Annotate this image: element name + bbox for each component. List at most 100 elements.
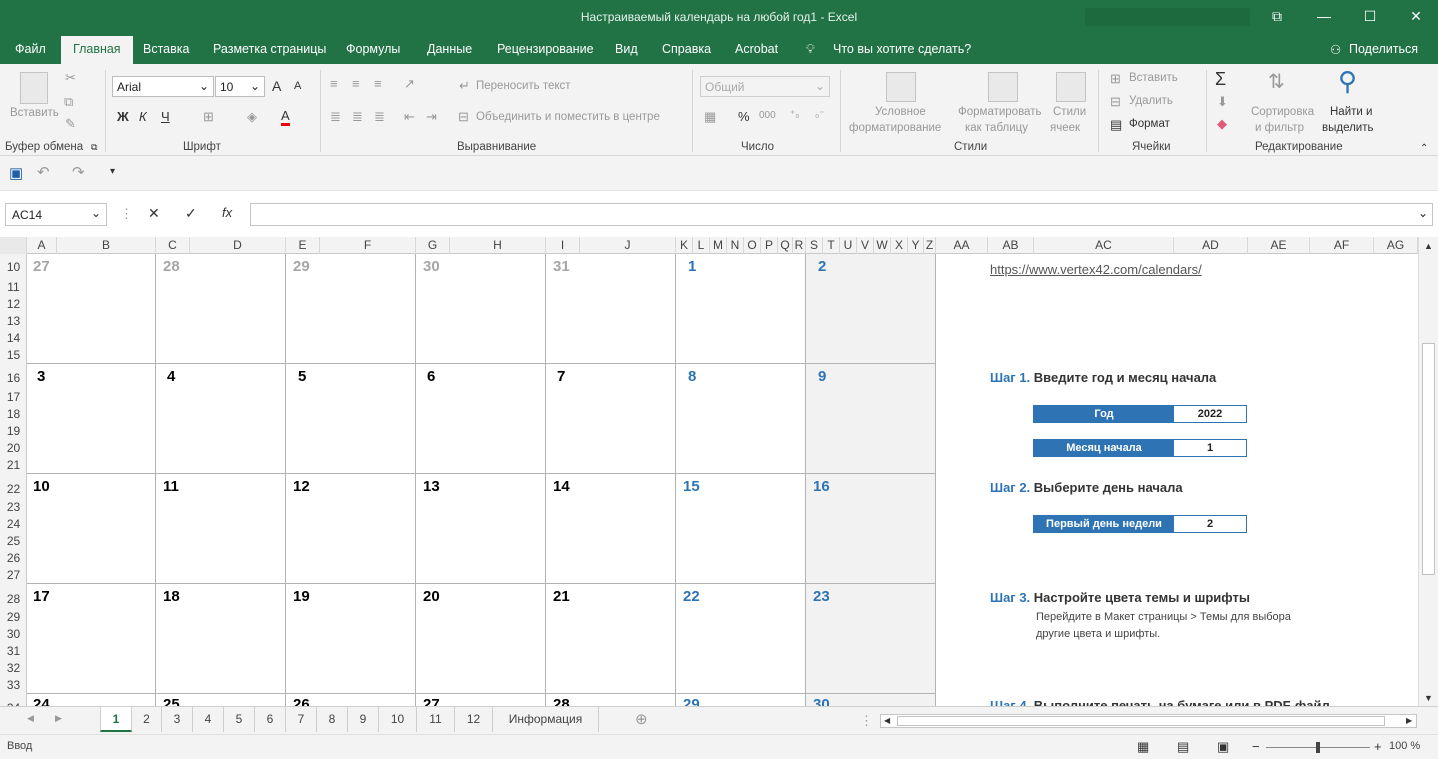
vertex42-link[interactable]: https://www.vertex42.com/calendars/ [990, 262, 1202, 277]
column-header[interactable]: AG [1374, 237, 1418, 254]
column-header[interactable]: N [727, 237, 744, 254]
sheet-tab[interactable]: Информация [493, 707, 599, 732]
column-header[interactable]: T [823, 237, 840, 254]
align-bottom-icon[interactable]: ≡ [374, 77, 382, 90]
sheet-tab[interactable]: 5 [224, 707, 255, 732]
decrease-indent-icon[interactable]: ⇤ [404, 110, 415, 123]
calendar-day[interactable]: 23 [813, 588, 830, 605]
redo-icon[interactable]: ↷ [72, 165, 85, 180]
orientation-icon[interactable]: ↗ [404, 77, 415, 90]
sort-filter-label-1[interactable]: Сортировка [1251, 106, 1314, 118]
undo-icon[interactable]: ↶ [37, 165, 50, 180]
format-as-table-label-1[interactable]: Форматировать [958, 106, 1041, 118]
column-header[interactable]: D [190, 237, 286, 254]
row-header[interactable]: 23 [0, 500, 26, 514]
customize-toolbar-icon[interactable]: ▾ [110, 167, 115, 177]
format-cells-button[interactable]: Формат [1129, 118, 1170, 130]
select-all-corner[interactable] [0, 237, 27, 254]
column-header[interactable]: AC [1034, 237, 1174, 254]
row-header[interactable]: 22 [0, 482, 26, 496]
calendar-day[interactable]: 6 [427, 368, 435, 385]
page-layout-icon[interactable]: ▤ [1177, 740, 1189, 753]
calendar-day[interactable]: 12 [293, 478, 310, 495]
calendar-day[interactable]: 8 [688, 368, 696, 385]
calendar-day[interactable]: 4 [167, 368, 175, 385]
scroll-down-icon[interactable]: ▼ [1424, 694, 1433, 703]
calendar-day[interactable]: 14 [553, 478, 570, 495]
sheet-tab[interactable]: 3 [162, 707, 193, 732]
save-icon[interactable]: ▣ [9, 166, 23, 181]
insert-cells-button[interactable]: Вставить [1129, 72, 1178, 84]
sheet-tab[interactable]: 9 [348, 707, 379, 732]
format-painter-icon[interactable]: ✎ [65, 117, 76, 130]
start-month-input[interactable]: 1 [1174, 440, 1246, 456]
column-header[interactable]: AA [936, 237, 988, 254]
calendar-day[interactable]: 16 [813, 478, 830, 495]
calendar-day[interactable]: 10 [33, 478, 50, 495]
grow-font-button[interactable]: A [272, 79, 281, 93]
row-header[interactable]: 13 [0, 314, 26, 328]
column-header[interactable]: AE [1248, 237, 1310, 254]
increase-decimal-icon[interactable]: ⁺₀ [790, 110, 799, 120]
column-header[interactable]: AF [1310, 237, 1374, 254]
font-size-dropdown[interactable]: 10 ⌄ [215, 76, 265, 97]
calendar-day[interactable]: 24 [33, 696, 50, 706]
calendar-day[interactable]: 29 [683, 696, 700, 706]
format-as-table-label-2[interactable]: как таблицу [965, 122, 1028, 134]
cell-styles-label-2[interactable]: ячеек [1050, 122, 1080, 134]
column-header[interactable]: I [546, 237, 580, 254]
sheet-tab[interactable]: 11 [417, 707, 455, 732]
delete-cells-button[interactable]: Удалить [1129, 95, 1173, 107]
column-header[interactable]: A [27, 237, 57, 254]
scroll-left-icon[interactable]: ◀ [884, 717, 890, 725]
normal-view-icon[interactable]: ▦ [1137, 740, 1149, 753]
collapse-ribbon-icon[interactable]: ⌃ [1420, 144, 1428, 154]
calendar-day[interactable]: 9 [818, 368, 826, 385]
tab-formulas[interactable]: Формулы [346, 42, 400, 56]
row-header[interactable]: 10 [0, 260, 26, 274]
vertical-scrollbar[interactable]: ▲ ▼ [1418, 237, 1438, 706]
cell-styles-label-1[interactable]: Стили [1053, 106, 1086, 118]
first-day-input[interactable]: 2 [1174, 516, 1246, 532]
tab-file[interactable]: Файл [15, 42, 46, 56]
calendar-day[interactable]: 19 [293, 588, 310, 605]
calendar-day[interactable]: 5 [298, 368, 306, 385]
row-header[interactable]: 11 [0, 280, 26, 294]
row-header[interactable]: 16 [0, 371, 26, 385]
chevron-down-icon[interactable]: ⌄ [1418, 206, 1428, 220]
zoom-in-icon[interactable]: + [1374, 740, 1382, 753]
calendar-day[interactable]: 15 [683, 478, 700, 495]
calendar-day[interactable]: 2 [818, 258, 826, 275]
tab-data[interactable]: Данные [427, 42, 472, 56]
conditional-formatting-label-2[interactable]: форматирование [849, 122, 941, 134]
row-header[interactable]: 17 [0, 390, 26, 404]
fill-color-icon[interactable]: ◈ [247, 110, 257, 123]
row-header[interactable]: 18 [0, 407, 26, 421]
copy-icon[interactable]: ⧉ [64, 95, 73, 108]
share-button[interactable]: Поделиться [1349, 42, 1418, 56]
calendar-day[interactable]: 17 [33, 588, 50, 605]
accounting-format-icon[interactable]: ▦ [704, 110, 716, 123]
tell-me-search[interactable]: Что вы хотите сделать? [833, 42, 971, 56]
enter-icon[interactable]: ✓ [185, 206, 197, 220]
name-box[interactable]: AC14 ⌄ [5, 203, 107, 226]
zoom-out-icon[interactable]: − [1252, 740, 1260, 753]
row-header[interactable]: 29 [0, 610, 26, 624]
calendar-day[interactable]: 29 [293, 258, 310, 275]
column-header[interactable]: J [580, 237, 676, 254]
dialog-launcher-icon[interactable]: ⧉ [91, 143, 97, 152]
align-middle-icon[interactable]: ≡ [352, 77, 360, 90]
calendar-day[interactable]: 28 [553, 696, 570, 706]
percent-button[interactable]: % [738, 110, 750, 123]
minimize-button[interactable]: — [1304, 4, 1344, 30]
row-header[interactable]: 19 [0, 424, 26, 438]
column-header[interactable]: G [416, 237, 450, 254]
column-header[interactable]: L [693, 237, 710, 254]
row-header[interactable]: 15 [0, 348, 26, 362]
column-header[interactable]: K [676, 237, 693, 254]
zoom-thumb[interactable] [1316, 742, 1320, 753]
align-left-icon[interactable]: ≣ [330, 110, 341, 123]
scroll-up-icon[interactable]: ▲ [1424, 242, 1433, 251]
tab-help[interactable]: Справка [662, 42, 711, 56]
formula-input[interactable]: ⌄ [250, 203, 1433, 226]
